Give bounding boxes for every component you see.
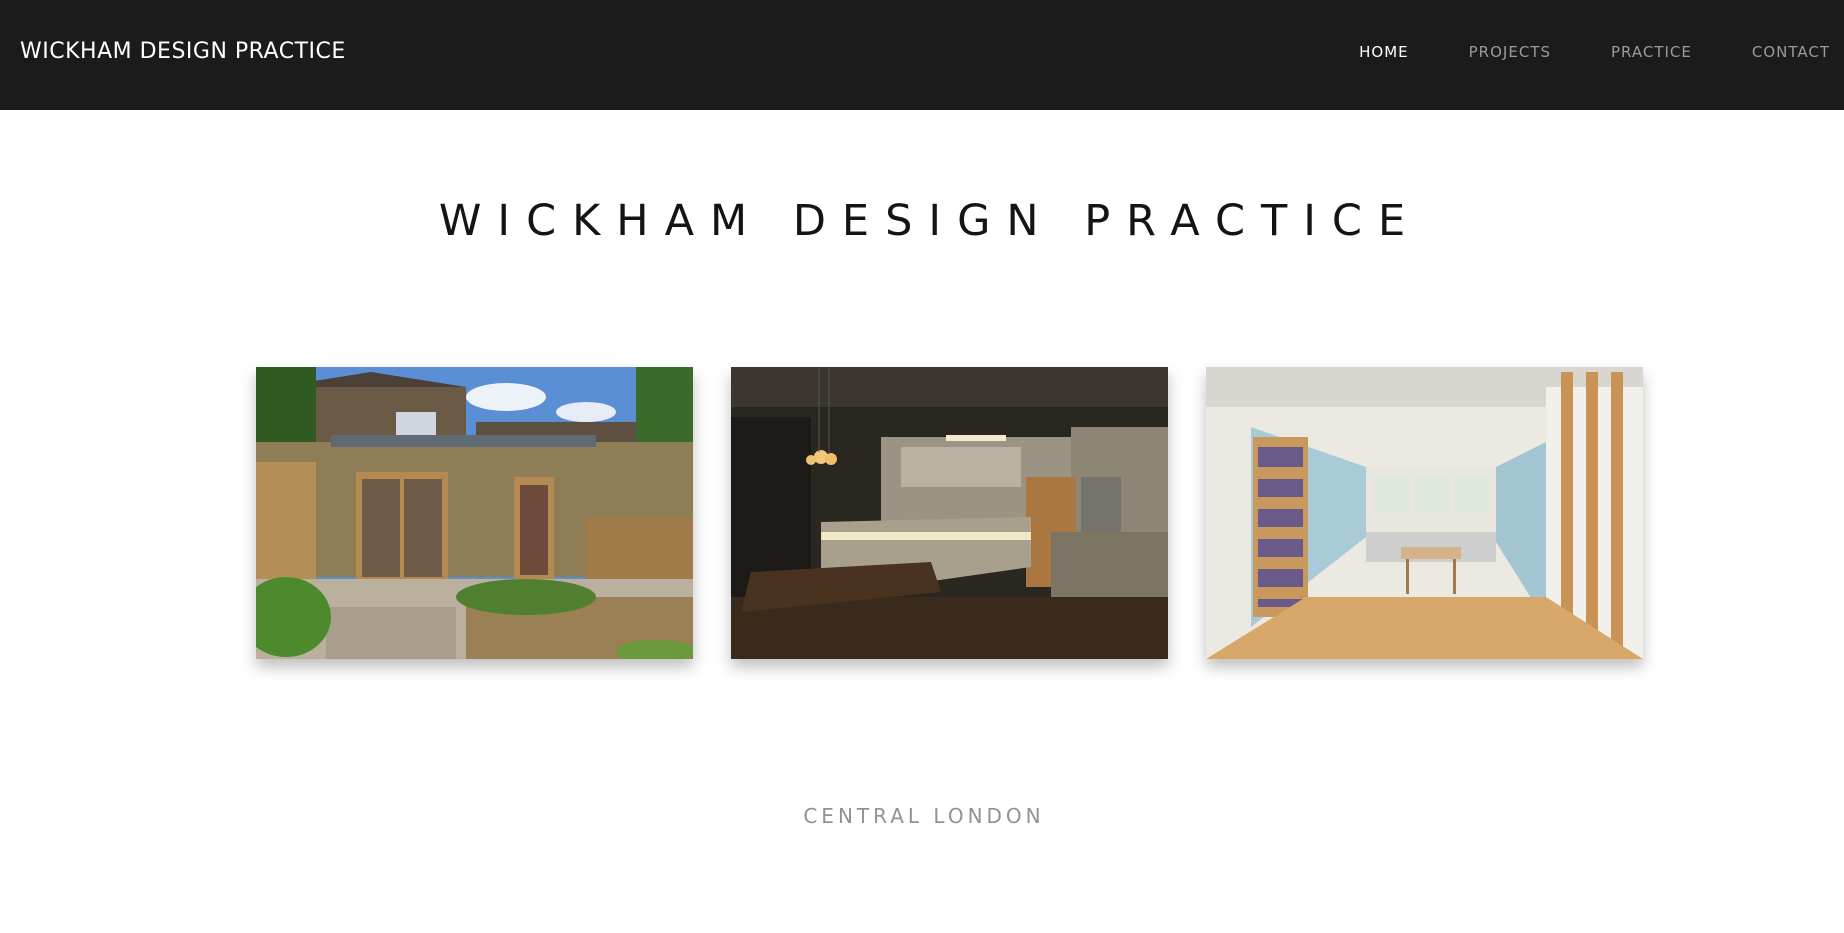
- top-navigation-bar: WICKHAM DESIGN PRACTICE HOME PROJECTS PR…: [0, 0, 1844, 110]
- garden-extension-image: [256, 367, 693, 659]
- nav-practice[interactable]: PRACTICE: [1611, 43, 1692, 61]
- nav-contact[interactable]: CONTACT: [1752, 43, 1830, 61]
- brand-logo-link[interactable]: WICKHAM DESIGN PRACTICE: [20, 39, 346, 64]
- project-photo-kitchen[interactable]: [731, 367, 1168, 659]
- project-photo-garden-extension[interactable]: [256, 367, 693, 659]
- page-title: WICKHAM DESIGN PRACTICE: [438, 196, 1422, 246]
- nav-home[interactable]: HOME: [1359, 43, 1409, 61]
- location-label: CENTRAL LONDON: [803, 804, 1045, 828]
- project-photo-dining-room[interactable]: [1206, 367, 1643, 659]
- nav-projects[interactable]: PROJECTS: [1469, 43, 1551, 61]
- dining-room-image: [1206, 367, 1643, 659]
- main-nav: HOME PROJECTS PRACTICE CONTACT: [1299, 43, 1830, 61]
- project-gallery: [256, 367, 1643, 659]
- kitchen-image: [731, 367, 1168, 659]
